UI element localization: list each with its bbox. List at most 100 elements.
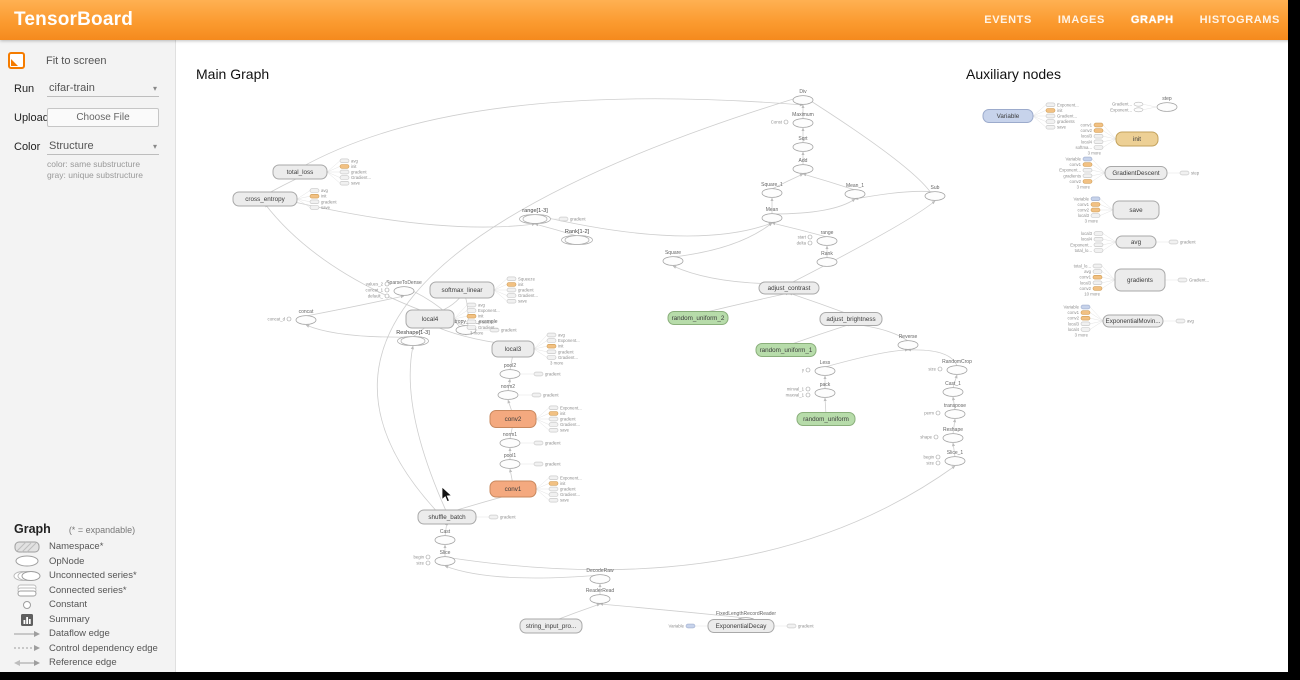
dataflow-edge-icon <box>12 630 42 638</box>
svg-text:size: size <box>928 367 936 372</box>
svg-text:Gradient...: Gradient... <box>351 175 371 180</box>
svg-text:step: step <box>1162 96 1172 102</box>
svg-text:gradient: gradient <box>798 624 814 629</box>
svg-text:local3: local3 <box>1081 231 1093 236</box>
window-frame-bottom <box>0 672 1294 676</box>
svg-text:norm2: norm2 <box>501 384 515 390</box>
svg-text:range[1-3]: range[1-3] <box>522 208 548 214</box>
svg-text:Const: Const <box>771 120 783 125</box>
svg-text:conv1: conv1 <box>1081 123 1093 128</box>
svg-text:size: size <box>926 461 934 466</box>
svg-text:size: size <box>416 561 424 566</box>
legend-item-reference-edge: Reference edge <box>12 656 175 671</box>
svg-text:3 more: 3 more <box>1075 333 1089 338</box>
main-graph-title: Main Graph <box>196 66 269 82</box>
svg-text:default_: default_ <box>368 294 384 299</box>
svg-text:Less: Less <box>820 360 831 366</box>
svg-text:avg: avg <box>558 333 566 338</box>
svg-text:local3: local3 <box>1080 280 1092 285</box>
svg-text:total_lo...: total_lo... <box>1075 248 1092 253</box>
graph-canvas[interactable]: total_lossavginitgradientGradient...save… <box>0 0 1300 680</box>
svg-text:local3: local3 <box>505 346 522 353</box>
svg-text:init: init <box>351 164 357 169</box>
sidebar: Fit to screen Run cifar-train ▾ Upload C… <box>0 40 176 676</box>
svg-text:10 more: 10 more <box>1084 292 1100 297</box>
svg-text:local4: local4 <box>1081 139 1093 144</box>
svg-text:gradient: gradient <box>560 487 576 492</box>
fit-to-screen-icon[interactable] <box>8 52 25 69</box>
choose-file-button[interactable]: Choose File <box>47 108 159 127</box>
summary-icon <box>12 613 42 626</box>
app-title: TensorBoard <box>14 9 133 31</box>
svg-text:Square: Square <box>665 250 681 256</box>
graph-edges <box>265 96 1180 626</box>
svg-text:Slice: Slice <box>440 550 451 556</box>
svg-text:local3: local3 <box>1078 213 1090 218</box>
svg-text:save: save <box>1057 125 1067 130</box>
svg-text:conv2: conv2 <box>1080 286 1092 291</box>
tensorboard-app: TensorBoard EVENTS IMAGES GRAPH HISTOGRA… <box>0 0 1294 676</box>
namespace-icon <box>12 541 42 553</box>
mouse-cursor <box>441 486 455 504</box>
svg-text:random_uniform_2: random_uniform_2 <box>672 315 725 322</box>
svg-text:Square_1: Square_1 <box>761 182 783 188</box>
reference-edge-icon <box>12 659 42 667</box>
legend-item-constant: Constant <box>12 598 175 613</box>
svg-text:local3: local3 <box>1068 321 1080 326</box>
svg-text:gradient: gradient <box>558 349 574 354</box>
svg-text:pool2: pool2 <box>504 363 516 369</box>
svg-text:values_2: values_2 <box>366 282 384 287</box>
svg-text:RandomCrop: RandomCrop <box>942 359 972 365</box>
svg-text:shape: shape <box>920 435 932 440</box>
tab-events[interactable]: EVENTS <box>984 14 1032 26</box>
svg-text:Cast_1: Cast_1 <box>945 381 961 387</box>
svg-text:Variable: Variable <box>1064 305 1080 310</box>
svg-text:Variable: Variable <box>997 113 1020 120</box>
color-label: Color <box>14 141 47 153</box>
svg-text:init: init <box>560 481 566 486</box>
svg-text:concat_1: concat_1 <box>366 288 384 293</box>
svg-text:gradients: gradients <box>1127 277 1153 284</box>
svg-text:gradient: gradient <box>1180 240 1196 245</box>
tab-images[interactable]: IMAGES <box>1058 14 1105 26</box>
svg-text:gradients: gradients <box>1063 173 1081 178</box>
svg-text:adjust_contrast: adjust_contrast <box>768 285 811 292</box>
legend-item-unconnected-series: Unconnected series* <box>12 569 175 584</box>
svg-text:gradient: gradient <box>543 393 559 398</box>
svg-text:init: init <box>518 282 524 287</box>
upload-label: Upload <box>14 112 47 124</box>
legend-item-summary: Summary <box>12 612 175 627</box>
svg-text:Add: Add <box>799 158 808 164</box>
run-select[interactable]: cifar-train ▾ <box>47 80 159 97</box>
svg-text:gradient: gradient <box>351 170 367 175</box>
color-select[interactable]: Structure ▾ <box>47 138 159 155</box>
svg-text:gradients: gradients <box>1057 119 1075 124</box>
svg-text:3 more: 3 more <box>1077 185 1091 190</box>
run-select-value: cifar-train <box>49 82 95 94</box>
svg-text:3 more: 3 more <box>1085 219 1099 224</box>
svg-text:begin: begin <box>413 555 424 560</box>
svg-text:cross_entropy_per_example: cross_entropy_per_example <box>434 319 497 325</box>
fit-to-screen-label[interactable]: Fit to screen <box>46 55 107 67</box>
svg-text:ExponentialMovin...: ExponentialMovin... <box>1106 318 1161 325</box>
svg-text:gradient: gradient <box>545 441 561 446</box>
svg-text:conv1: conv1 <box>1078 202 1090 207</box>
svg-text:local4: local4 <box>422 316 439 323</box>
legend-item-opnode: OpNode <box>12 554 175 569</box>
opnode-icon <box>12 555 42 567</box>
svg-text:Exponent...: Exponent... <box>560 475 582 480</box>
svg-text:cross_entropy: cross_entropy <box>245 196 285 203</box>
svg-text:concat_d: concat_d <box>268 317 286 322</box>
tab-graph[interactable]: GRAPH <box>1131 14 1174 26</box>
legend-item-control-dependency-edge: Control dependency edge <box>12 641 175 656</box>
svg-text:range: range <box>821 230 834 236</box>
svg-text:Exponent...: Exponent... <box>558 338 580 343</box>
unconnected-series-icon <box>12 570 42 582</box>
svg-text:gradient: gradient <box>478 319 494 324</box>
svg-text:Mean: Mean <box>766 207 779 213</box>
svg-text:gradient: gradient <box>570 217 586 222</box>
svg-text:Reverse: Reverse <box>899 334 918 340</box>
legend-note: (* = expandable) <box>69 525 135 535</box>
svg-text:Cast: Cast <box>440 529 451 535</box>
tab-histograms[interactable]: HISTOGRAMS <box>1200 14 1280 26</box>
